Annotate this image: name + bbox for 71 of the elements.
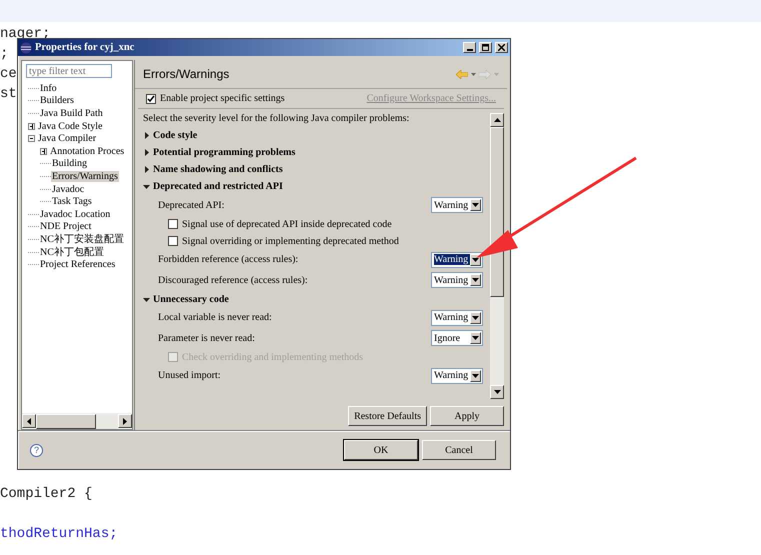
eclipse-logo-icon xyxy=(20,42,32,54)
dropdown-caret-icon[interactable] xyxy=(471,72,476,76)
expand-triangle-icon[interactable] xyxy=(143,166,150,173)
help-icon[interactable]: ? xyxy=(30,444,43,456)
filter-field[interactable]: type filter text xyxy=(26,64,112,78)
checkbox[interactable] xyxy=(146,94,156,104)
collapse-triangle-icon[interactable] xyxy=(143,183,150,190)
tree-item[interactable]: Project References xyxy=(39,259,116,270)
right-arrow-icon[interactable] xyxy=(123,418,127,424)
expand-box-icon[interactable] xyxy=(40,148,47,155)
tree-item[interactable]: NDE Project xyxy=(39,221,92,232)
code-line: Compiler2 { xyxy=(0,485,92,504)
code-line: st xyxy=(0,85,17,104)
up-arrow-icon[interactable] xyxy=(494,118,500,122)
setting-label: Discouraged reference (access rules): xyxy=(158,274,308,286)
severity-dropdown[interactable]: Warning xyxy=(431,310,483,326)
section-header[interactable]: Name shadowing and conflicts xyxy=(153,164,283,175)
left-arrow-icon[interactable] xyxy=(27,418,31,424)
section-header[interactable]: Unnecessary code xyxy=(153,294,229,304)
ok-button[interactable]: OK xyxy=(344,440,418,460)
setting-label: Parameter is never read: xyxy=(158,332,255,344)
tree-item[interactable]: Javadoc Location xyxy=(39,208,112,220)
severity-dropdown[interactable]: Warning xyxy=(431,368,483,384)
code-line: thodReturnHas; xyxy=(0,525,118,544)
restore-defaults-button[interactable]: Restore Defaults xyxy=(348,406,427,426)
down-arrow-icon[interactable] xyxy=(494,390,500,394)
severity-dropdown[interactable]: Warning xyxy=(431,252,483,268)
checkbox[interactable] xyxy=(168,236,178,246)
tree-item[interactable]: Task Tags xyxy=(51,196,93,208)
tree-item[interactable]: Java Code Style xyxy=(37,120,104,132)
window-title: Properties for cyj_xnc xyxy=(35,42,136,53)
tree-item[interactable]: Building xyxy=(51,158,88,170)
page-title: Errors/Warnings xyxy=(143,67,230,81)
setting-label: Deprecated API: xyxy=(158,200,224,211)
section-header[interactable]: Deprecated and restricted API xyxy=(153,181,283,192)
checkbox[interactable] xyxy=(168,219,178,229)
tree-item[interactable]: Java Build Path xyxy=(39,108,104,119)
severity-dropdown[interactable]: Ignore xyxy=(431,330,483,346)
checkbox-label: Signal use of deprecated API inside deprecated code xyxy=(182,218,392,230)
checkbox-label: Enable project specific settings xyxy=(160,93,285,104)
tree-item[interactable]: NC补丁安装盘配置 xyxy=(39,232,125,246)
tree-item[interactable]: Info xyxy=(39,82,58,94)
setting-label: Local variable is never read: xyxy=(158,312,272,324)
setting-label: Forbidden reference (access rules): xyxy=(158,254,298,266)
checkbox-label: Signal overriding or implementing deprecated method xyxy=(182,236,399,246)
tree-item[interactable]: Javadoc xyxy=(51,184,86,195)
expand-box-icon[interactable] xyxy=(28,122,35,130)
close-button[interactable] xyxy=(495,42,508,53)
severity-dropdown[interactable]: Warning xyxy=(431,197,483,214)
horizontal-scrollbar[interactable] xyxy=(22,413,132,429)
tree-item[interactable]: Java Compiler xyxy=(37,133,98,144)
section-header[interactable]: Code style xyxy=(153,130,198,141)
apply-button[interactable]: Apply xyxy=(430,406,504,426)
expand-triangle-icon[interactable] xyxy=(143,149,150,156)
tree-item[interactable]: Builders xyxy=(39,95,75,106)
tree-item[interactable]: Errors/Warnings xyxy=(51,170,119,182)
expand-triangle-icon[interactable] xyxy=(143,132,150,139)
intro-text: Select the severity level for the following Java compiler problems: xyxy=(143,113,410,126)
vertical-scrollbar[interactable] xyxy=(490,113,504,399)
tree-item[interactable]: NC补丁包配置 xyxy=(39,245,105,260)
code-line: ce xyxy=(0,65,17,84)
severity-dropdown[interactable]: Warning xyxy=(431,272,483,288)
collapse-box-icon[interactable] xyxy=(28,135,35,142)
section-header[interactable]: Potential programming problems xyxy=(153,147,296,158)
maximize-button[interactable] xyxy=(479,42,492,53)
code-line: ; xyxy=(0,45,8,64)
collapse-triangle-icon[interactable] xyxy=(143,296,150,302)
cancel-button[interactable]: Cancel xyxy=(422,440,496,460)
minimize-button[interactable] xyxy=(463,42,476,53)
tree-item[interactable]: Annotation Proces xyxy=(49,146,126,157)
setting-label: Unused import: xyxy=(158,370,220,382)
